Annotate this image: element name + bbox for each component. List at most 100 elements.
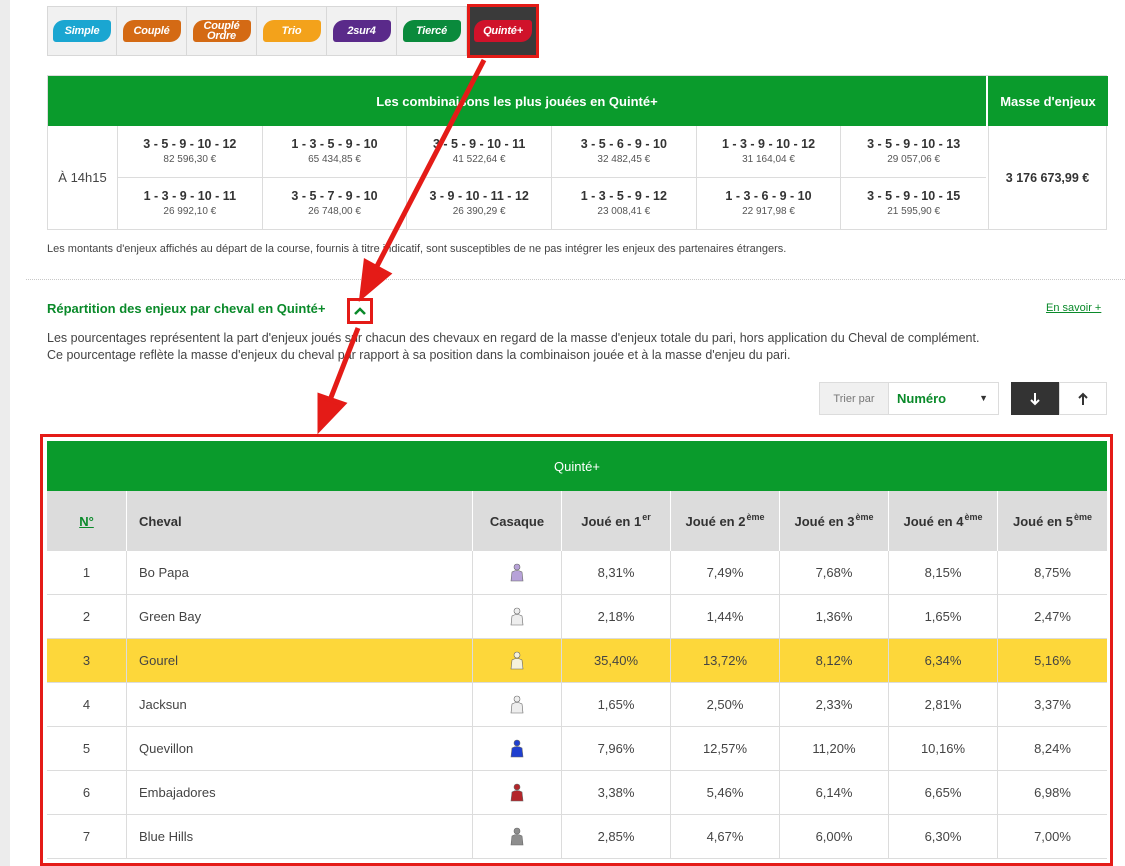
combination-amount: 26 390,29 € (452, 206, 506, 218)
bet-tab-1[interactable]: Simple (47, 6, 117, 56)
page-root: Simple Couplé Couplé Ordre Trio 2sur4 Tiercé Q… (0, 0, 1125, 866)
description-line-2: Ce pourcentage reflète la masse d'enjeux… (47, 348, 791, 362)
section-description: Les pourcentages représentent la part d'… (47, 330, 979, 364)
combination-amount: 22 917,98 € (742, 206, 795, 218)
table-body: 1 Bo Papa 8,31% 7,49% 7,68% 8,15% 8,75% 2 Green … (47, 551, 1107, 859)
played-pos-2: 4,67% (671, 815, 780, 858)
combination-cell: 1 - 3 - 9 - 10 - 12 31 164,04 € (696, 126, 842, 178)
header-horse: Cheval (127, 491, 473, 551)
played-pos-5: 5,16% (1034, 653, 1071, 668)
combination-cell: 1 - 3 - 5 - 9 - 10 65 434,85 € (262, 126, 408, 178)
combination-numbers: 1 - 3 - 5 - 9 - 10 (291, 137, 378, 152)
combination-amount: 41 522,64 € (452, 154, 506, 166)
bet-tab-3[interactable]: Couplé Ordre (187, 6, 257, 56)
header-played-3rd-sup: ème (855, 512, 874, 522)
played-pos-5: 8,24% (1034, 741, 1071, 756)
horse-number: 5 (47, 727, 127, 770)
silks-cell (473, 771, 562, 814)
bet-tab-5[interactable]: 2sur4 (327, 6, 397, 56)
combination-cell: 3 - 5 - 9 - 10 - 13 29 057,06 € (841, 126, 986, 178)
header-played-1st: Joué en 1 er (562, 491, 671, 551)
combination-cell: 3 - 5 - 6 - 9 - 10 32 482,45 € (552, 126, 697, 178)
played-pos-4: 1,65% (889, 595, 998, 638)
chevron-up-icon[interactable] (347, 298, 373, 324)
bet-type-tabs: Simple Couplé Couplé Ordre Trio 2sur4 Tiercé Q… (47, 4, 539, 58)
played-pos-1: 2,18% (562, 595, 671, 638)
horse-name: Jacksun (127, 683, 473, 726)
silks-cell (473, 551, 562, 594)
combination-numbers: 3 - 9 - 10 - 11 - 12 (429, 189, 529, 204)
header-played-3rd: Joué en 3 ème (780, 491, 889, 551)
header-played-4th: Joué en 4 ème (889, 491, 998, 551)
combination-cell: 1 - 3 - 9 - 10 - 11 26 992,10 € (118, 177, 263, 229)
arrow-up-icon[interactable] (1059, 382, 1107, 415)
played-pos-4: 10,16% (889, 727, 998, 770)
header-played-5th-text: Joué en 5 (1013, 513, 1073, 529)
table-row: 4 Jacksun 1,65% 2,50% 2,33% 2,81% 3,37% (47, 683, 1107, 727)
played-pos-1: 7,96% (562, 727, 671, 770)
played-pos-1: 2,85% (562, 815, 671, 858)
header-number[interactable]: N° (47, 491, 127, 551)
learn-more-link[interactable]: En savoir + (1046, 302, 1101, 314)
bet-tab-logo: Trio (262, 20, 321, 42)
played-pos-4: 8,15% (889, 551, 998, 594)
horse-number: 7 (47, 815, 127, 858)
combination-numbers: 3 - 5 - 9 - 10 - 11 (432, 137, 526, 152)
played-pos-2: 1,44% (671, 595, 780, 638)
combination-numbers: 3 - 5 - 7 - 9 - 10 (291, 189, 378, 204)
bet-tab-6[interactable]: Tiercé (397, 6, 467, 56)
silks-cell (473, 727, 562, 770)
header-played-1st-sup: er (642, 512, 651, 522)
combination-cell: 3 - 5 - 9 - 10 - 12 82 596,30 € (118, 126, 263, 178)
horse-number: 3 (47, 639, 127, 682)
played-pos-1: 8,31% (562, 551, 671, 594)
played-pos-2: 13,72% (671, 639, 780, 682)
jockey-silks-icon (510, 827, 524, 845)
combination-cell: 3 - 5 - 9 - 10 - 15 21 595,90 € (841, 178, 986, 230)
disclaimer-note: Les montants d'enjeux affichés au départ… (47, 243, 787, 255)
arrow-down-icon[interactable] (1011, 382, 1059, 415)
header-played-5th: Joué en 5 ème (998, 491, 1107, 551)
played-pos-2: 5,46% (671, 771, 780, 814)
played-pos-5: 8,75% (1034, 565, 1071, 580)
combination-numbers: 3 - 5 - 9 - 10 - 13 (867, 137, 961, 152)
jockey-silks-icon (510, 607, 524, 625)
combination-numbers: 3 - 5 - 9 - 10 - 12 (143, 137, 237, 152)
jockey-silks-icon (510, 695, 524, 713)
combinations-grid: 3 - 5 - 9 - 10 - 12 82 596,30 € 1 - 3 - 5 … (118, 126, 986, 229)
bet-tab-2[interactable]: Couplé (117, 6, 187, 56)
header-played-1st-text: Joué en 1 (581, 513, 642, 529)
combination-cell: 3 - 5 - 9 - 10 - 11 41 522,64 € (407, 126, 552, 178)
header-played-4th-sup: ème (964, 512, 983, 522)
played-pos-4: 6,34% (889, 639, 998, 682)
section-title: Répartition des enjeux par cheval en Qui… (47, 301, 326, 316)
header-played-5th-sup: ème (1073, 512, 1092, 522)
combination-cell: 1 - 3 - 5 - 9 - 12 23 008,41 € (552, 177, 697, 229)
header-played-3rd-text: Joué en 3 (794, 513, 855, 529)
played-pos-4: 2,81% (889, 683, 998, 726)
horse-number: 6 (47, 771, 127, 814)
horse-name: Blue Hills (127, 815, 473, 858)
bet-tab-4[interactable]: Trio (257, 6, 327, 56)
played-pos-1: 35,40% (562, 639, 671, 682)
played-pos-4: 6,65% (889, 771, 998, 814)
combination-amount: 82 596,30 € (163, 154, 217, 166)
played-pos-2: 2,50% (671, 683, 780, 726)
jockey-silks-icon (510, 563, 524, 581)
horse-name: Gourel (127, 639, 473, 682)
silks-cell (473, 639, 562, 682)
played-pos-1: 1,65% (562, 683, 671, 726)
jockey-silks-icon (510, 739, 524, 757)
table-title: Quinté+ (47, 441, 1107, 491)
combination-numbers: 3 - 5 - 6 - 9 - 10 (580, 137, 667, 152)
played-pos-5: 6,98% (1034, 785, 1071, 800)
played-pos-5: 3,37% (1034, 697, 1071, 712)
combination-amount: 23 008,41 € (597, 206, 651, 218)
combination-amount: 65 434,85 € (308, 154, 361, 166)
header-silks: Casaque (473, 491, 562, 551)
table-row: 5 Quevillon 7,96% 12,57% 11,20% 10,16% 8,24% (47, 727, 1107, 771)
sort-select[interactable]: Numéro ▼ (889, 382, 999, 415)
table-row: 7 Blue Hills 2,85% 4,67% 6,00% 6,30% 7,00% (47, 815, 1107, 859)
played-pos-1: 3,38% (562, 771, 671, 814)
bet-tab-7[interactable]: Quinté+ (467, 4, 539, 58)
